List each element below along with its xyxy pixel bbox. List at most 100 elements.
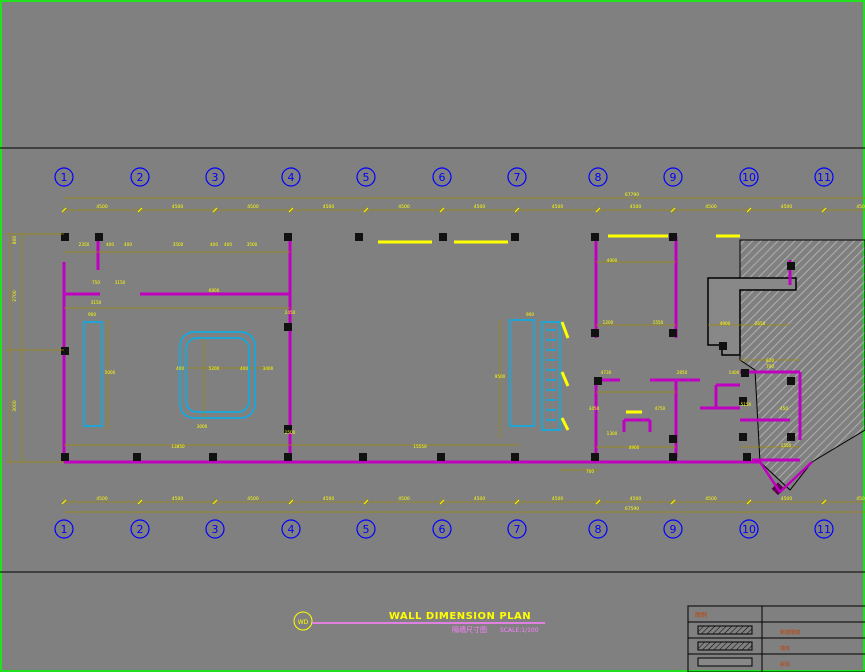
column-6: [511, 233, 519, 241]
column-13: [284, 453, 292, 461]
room-dimension: 4730: [601, 370, 612, 375]
interior-grid-lines: [64, 251, 800, 471]
column-27: [787, 377, 795, 385]
column-10: [61, 453, 69, 461]
bottom-bay-dimension: 4500: [781, 496, 793, 502]
bottom-bay-dimension: 4500: [247, 496, 259, 502]
left-dimension-labels: 800 2700 3000: [12, 236, 18, 412]
dimension-string-left: [6, 233, 64, 463]
top-bay-dimension: 4500: [247, 204, 259, 210]
bottom-grid-label-11: 11: [817, 523, 831, 536]
column-26: [741, 369, 749, 377]
room-dimension: 9500: [495, 374, 506, 379]
drawing-subtitle-cn: 隔墙尺寸图: [452, 625, 487, 634]
top-grid-label-4: 4: [288, 171, 295, 184]
column-19: [743, 453, 751, 461]
grid-bubbles-top: 1 2 3 4 5 6 7 8 9 10 11: [54, 167, 834, 187]
room-dimension: 820: [766, 358, 774, 363]
bottom-grid-label-3: 3: [212, 523, 219, 536]
round-table-fixture: [179, 331, 256, 419]
room-dimension: 2850: [677, 370, 688, 375]
windows: [378, 234, 740, 431]
top-bay-dimension: 4500: [781, 204, 793, 210]
room-dimension: 15550: [413, 444, 427, 449]
left-dimension: 800: [12, 236, 18, 245]
left-dimension: 2700: [12, 290, 18, 302]
room-dimension: 700: [586, 469, 594, 474]
legend-heading: 图例: [695, 611, 707, 619]
room-dimension: 5000: [105, 370, 116, 375]
room-dimension: 3150: [91, 300, 102, 305]
room-dimension: 3500: [247, 242, 258, 247]
top-grid-label-8: 8: [595, 171, 602, 184]
column-21: [669, 329, 677, 337]
column-25: [669, 435, 677, 443]
top-grid-label-11: 11: [817, 171, 831, 184]
column-2: [95, 233, 103, 241]
room-dimension: 900: [526, 312, 534, 317]
bottom-bay-dimension: 4500: [552, 496, 564, 502]
bottom-overall-dimension: 67590: [625, 506, 639, 512]
room-dimension: 2650: [755, 321, 766, 326]
column-32: [787, 262, 795, 270]
title-block: WD WALL DIMENSION PLAN 隔墙尺寸图 SCALE:1/100: [293, 611, 545, 634]
bottom-bay-dimension: 4500: [323, 496, 335, 502]
room-dimension: 5150: [741, 402, 752, 407]
bottom-grid-label-6: 6: [439, 523, 446, 536]
column-31: [719, 342, 727, 350]
bottom-grid-label-5: 5: [363, 523, 370, 536]
top-bay-dimension: 4500: [474, 204, 486, 210]
column-15: [437, 453, 445, 461]
bottom-bay-dimension: 4500: [856, 496, 865, 502]
top-grid-label-1: 1: [61, 171, 68, 184]
column-20: [591, 329, 599, 337]
column-11: [133, 453, 141, 461]
left-dimension: 3000: [12, 400, 18, 412]
fixtures: [83, 319, 561, 431]
room-dimension: 4900: [607, 258, 618, 263]
room-dimension: 3400: [263, 366, 274, 371]
room-dimension: 1550: [653, 320, 664, 325]
column-14: [359, 453, 367, 461]
column-30: [787, 433, 795, 441]
top-bay-dimension: 4500: [856, 204, 865, 210]
bottom-grid-label-2: 2: [137, 523, 144, 536]
drawing-symbol: WD: [298, 619, 309, 626]
top-grid-label-5: 5: [363, 171, 370, 184]
top-grid-label-3: 3: [212, 171, 219, 184]
legend-swatch-2: [697, 641, 753, 651]
bottom-bay-dimension: 4500: [630, 496, 642, 502]
drawing-title: WALL DIMENSION PLAN: [389, 611, 531, 622]
round-table-fixture-inner: [185, 337, 250, 413]
room-dimension: 1300: [607, 431, 618, 436]
bottom-grid-label-9: 9: [670, 523, 677, 536]
legend-swatch-1: [697, 625, 753, 635]
room-dimension: 2500: [285, 430, 296, 435]
top-grid-label-7: 7: [514, 171, 521, 184]
room-dimension: 4750: [655, 406, 666, 411]
column-24: [594, 377, 602, 385]
bottom-bay-dimension: 4500: [474, 496, 486, 502]
column-29: [739, 433, 747, 441]
room-dimension: 400: [176, 366, 184, 371]
column-4: [355, 233, 363, 241]
room-dimension: 2450: [285, 310, 296, 315]
top-bay-dimension: 4500: [96, 204, 108, 210]
room-dimension: 400: [224, 242, 232, 247]
room-dimension: 2350: [79, 242, 90, 247]
counter-fixture: [83, 321, 103, 427]
legend-item-3: 拆除: [780, 661, 790, 668]
top-bay-dimension: 4500: [398, 204, 410, 210]
shelf-fixture: [541, 321, 561, 431]
column-22: [284, 323, 292, 331]
bottom-grid-label-10: 10: [742, 523, 756, 536]
bottom-bay-dimension: 4500: [96, 496, 108, 502]
bottom-grid-label-8: 8: [595, 523, 602, 536]
room-dimension: 3450: [589, 406, 600, 411]
column-16: [511, 453, 519, 461]
room-dimension: 450: [780, 406, 788, 411]
legend-item-1: 新建隔墙: [780, 629, 800, 636]
room-dimension: 1550: [781, 443, 792, 448]
bottom-grid-label-4: 4: [288, 523, 295, 536]
dimension-string-top: 4500 4500 4500 4500 4500 4500 4500 4500 4500 4500…: [61, 192, 865, 214]
